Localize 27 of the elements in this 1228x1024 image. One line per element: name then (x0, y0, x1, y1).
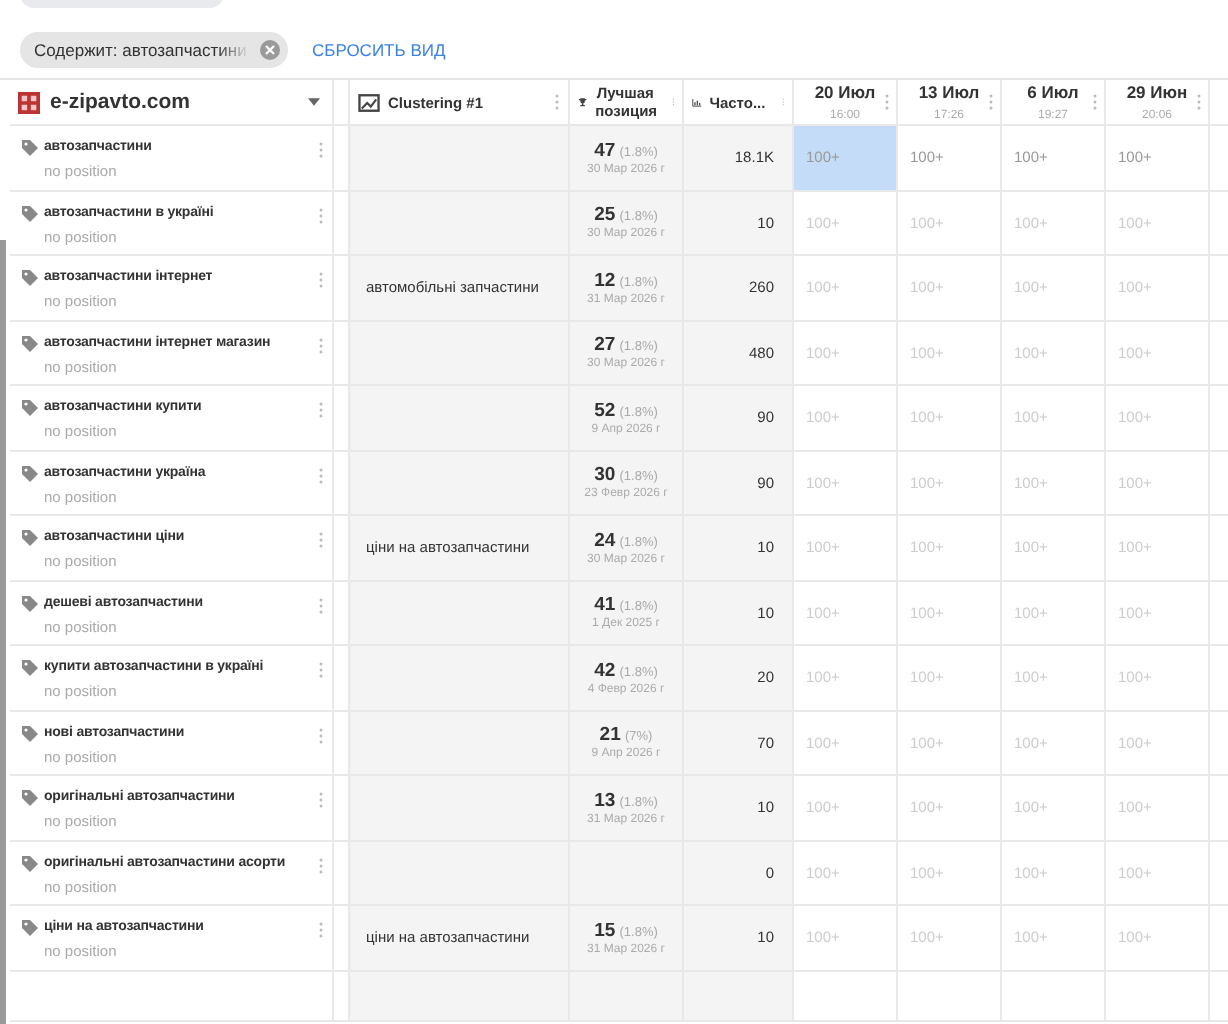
tag-icon (22, 205, 38, 221)
tag-icon (22, 140, 38, 156)
tag-icon (22, 270, 38, 286)
reset-view-link[interactable]: СБРОСИТЬ ВИД (312, 40, 446, 60)
tag-icon (22, 660, 38, 676)
trophy-icon (578, 92, 588, 112)
date-header[interactable]: 13 Июл (918, 82, 980, 102)
tag-icon (22, 790, 38, 806)
tag-icon (22, 725, 38, 741)
date-header[interactable]: 6 Июл (1027, 82, 1079, 102)
close-icon[interactable] (260, 40, 280, 60)
tag-icon (22, 400, 38, 416)
tag-icon (22, 920, 38, 936)
filter-chip[interactable]: Содержит: автозапчастини (20, 32, 288, 68)
bar-chart-icon (692, 93, 702, 111)
caret-icon[interactable] (308, 98, 320, 106)
date-header[interactable]: 29 Июн (1126, 82, 1188, 102)
tag-icon (22, 465, 38, 481)
tag-icon (22, 530, 38, 546)
date-header[interactable]: 20 Июл (814, 82, 876, 102)
tag-icon (22, 595, 38, 611)
cluster-icon (358, 93, 380, 111)
project-name: e-zipavto.com (50, 90, 191, 114)
tag-icon (22, 855, 38, 871)
scrollbar[interactable] (0, 240, 6, 1024)
site-logo-icon (18, 91, 40, 113)
tag-icon (22, 335, 38, 351)
